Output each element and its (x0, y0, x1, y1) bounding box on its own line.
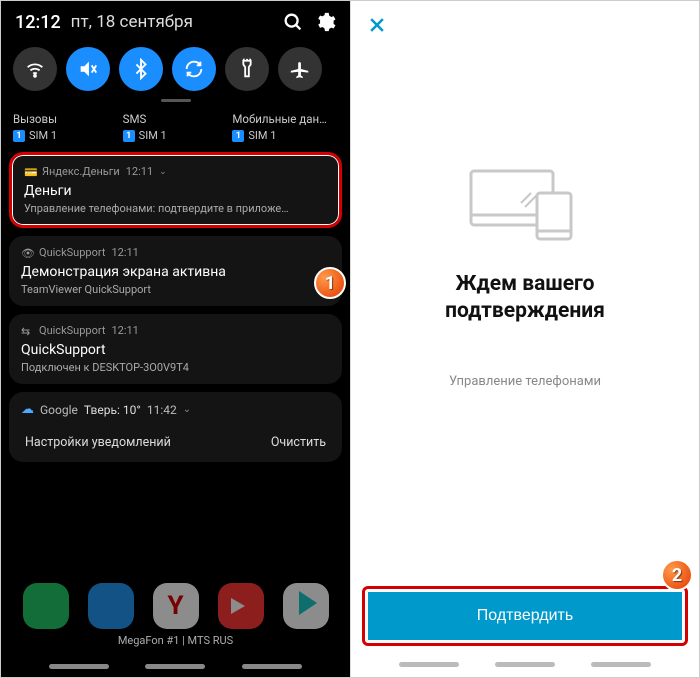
notif-body: Управление телефонами: подтвердите в при… (24, 202, 327, 215)
confirmation-screen: Ждем вашего подтверждения Управление тел… (350, 1, 699, 677)
notif-actions: Настройки уведомлений Очистить (9, 423, 342, 462)
nav-home[interactable] (145, 664, 205, 669)
step-badge-1: 1 (314, 267, 346, 299)
status-bar: 12:12 пт, 18 сентября (1, 1, 350, 39)
eye-icon: 👁 (21, 247, 33, 259)
notif-app: QuickSupport (39, 246, 105, 259)
notif-body: TeamViewer QuickSupport (21, 283, 330, 296)
weather-time: 11:42 (147, 403, 177, 417)
nav-back[interactable] (242, 664, 302, 669)
nav-bar (1, 664, 350, 669)
chevron-down-icon[interactable]: ⌄ (159, 167, 167, 177)
nav-home[interactable] (495, 662, 555, 667)
cloud-icon: ☁ (21, 402, 34, 417)
nav-bar-right (351, 662, 699, 667)
search-icon[interactable] (282, 11, 304, 33)
confirmation-title: Ждем вашего подтверждения (445, 271, 605, 326)
notif-time: 12:11 (111, 324, 138, 337)
gear-icon[interactable] (314, 11, 336, 33)
yandex-app-icon[interactable] (153, 583, 199, 629)
sim-sms[interactable]: SMS 1SIM 1 (123, 112, 229, 142)
notif-clear-button[interactable]: Очистить (271, 435, 326, 450)
nav-recents[interactable] (49, 664, 109, 669)
phone-app-icon[interactable] (23, 583, 69, 629)
notif-title: QuickSupport (21, 342, 330, 358)
notification-shade: 12:12 пт, 18 сентября Вызовы 1SIM 1 SMS … (1, 1, 350, 677)
nav-recents[interactable] (399, 662, 459, 667)
sim-data[interactable]: Мобильные дан… 1SIM 1 (232, 112, 338, 142)
wallet-icon: 💳 (24, 166, 36, 178)
youtube-app-icon[interactable] (218, 583, 264, 629)
chevron-down-icon[interactable]: ⌄ (183, 404, 191, 415)
quick-settings-row (1, 39, 350, 97)
qs-wifi[interactable] (13, 47, 57, 91)
close-icon[interactable] (367, 15, 387, 35)
notif-app: QuickSupport (39, 324, 105, 337)
devices-icon (465, 163, 585, 243)
weather-text: Тверь: 10° (84, 403, 141, 417)
nav-back[interactable] (591, 662, 651, 667)
playstore-app-icon[interactable] (283, 583, 329, 629)
notif-app: Яндекс.Деньги (42, 165, 120, 178)
notif-title: Деньги (24, 183, 327, 199)
notification-yandex-money[interactable]: 💳 Яндекс.Деньги 12:11 ⌄ Деньги Управлени… (9, 152, 342, 228)
weather-provider: Google (40, 403, 78, 417)
status-date: пт, 18 сентября (71, 12, 193, 32)
notification-quicksupport-connected[interactable]: ⇆ QuickSupport 12:11 QuickSupport Подклю… (9, 314, 342, 384)
qs-drag-handle[interactable] (161, 99, 191, 102)
arrows-icon: ⇆ (21, 325, 33, 337)
notif-body: Подключен к DESKTOP-3O0V9T4 (21, 361, 330, 374)
carrier-label: MegaFon #1 | MTS RUS (1, 634, 350, 647)
qs-flashlight[interactable] (225, 47, 269, 91)
notif-settings-button[interactable]: Настройки уведомлений (25, 435, 171, 450)
messages-app-icon[interactable] (88, 583, 134, 629)
status-time: 12:12 (15, 12, 61, 33)
qs-sound-vibrate[interactable] (66, 47, 110, 91)
qs-bluetooth[interactable] (119, 47, 163, 91)
notification-quicksupport-screen[interactable]: 👁 QuickSupport 12:11 Демонстрация экрана… (9, 236, 342, 306)
confirm-button[interactable]: Подтвердить (367, 591, 683, 641)
step-badge-2: 2 (661, 559, 693, 591)
confirmation-subtitle: Управление телефонами (449, 374, 601, 389)
notif-time: 12:11 (126, 165, 153, 178)
notif-title: Демонстрация экрана активна (21, 264, 330, 280)
qs-autorotate[interactable] (172, 47, 216, 91)
notif-time: 12:11 (111, 246, 138, 259)
sim-calls[interactable]: Вызовы 1SIM 1 (13, 112, 119, 142)
home-dock (1, 583, 350, 629)
weather-card[interactable]: ☁ Google Тверь: 10° 11:42 ⌄ (9, 392, 342, 423)
qs-airplane[interactable] (278, 47, 322, 91)
sim-row: Вызовы 1SIM 1 SMS 1SIM 1 Мобильные дан… … (1, 108, 350, 152)
